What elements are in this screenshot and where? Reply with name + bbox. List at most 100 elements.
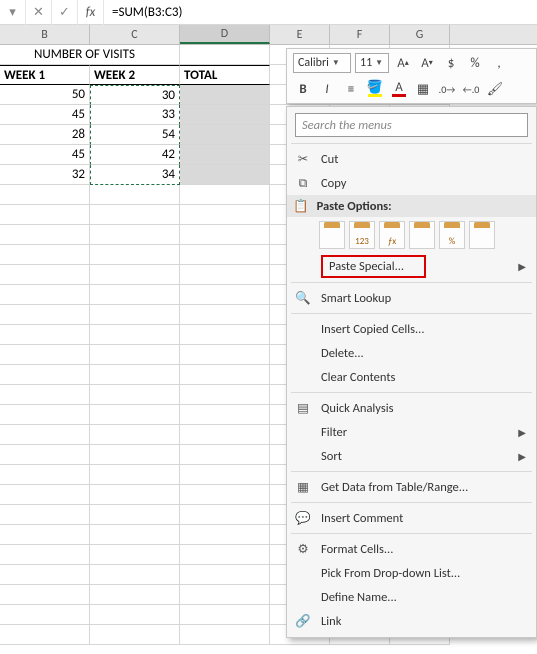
decrease-font-icon[interactable]: A▾	[417, 53, 437, 73]
cell[interactable]	[90, 345, 180, 365]
header-week2[interactable]: WEEK 2	[90, 65, 180, 85]
cell[interactable]	[180, 305, 270, 325]
cell[interactable]	[0, 465, 90, 485]
col-header-g[interactable]: G	[390, 25, 450, 44]
decrease-decimal-button[interactable]: ←.0	[461, 79, 481, 99]
cell[interactable]	[180, 625, 270, 645]
cell[interactable]	[90, 565, 180, 585]
cell-title[interactable]: NUMBER OF VISITS	[30, 45, 180, 65]
cell[interactable]	[180, 525, 270, 545]
cell-d4[interactable]	[180, 105, 270, 125]
cell[interactable]	[90, 305, 180, 325]
cell[interactable]	[0, 545, 90, 565]
font-color-button[interactable]: A	[389, 79, 409, 99]
cell[interactable]	[0, 185, 90, 205]
cell[interactable]	[180, 505, 270, 525]
cell[interactable]	[180, 565, 270, 585]
cell[interactable]	[0, 365, 90, 385]
borders-button[interactable]: ▦	[413, 79, 433, 99]
cell[interactable]	[90, 485, 180, 505]
cell[interactable]	[180, 545, 270, 565]
font-size-selector[interactable]: 11▼	[355, 53, 389, 73]
cell-b6[interactable]: 45	[0, 145, 90, 165]
paste-option-transpose[interactable]	[409, 221, 435, 249]
header-week1[interactable]: WEEK 1	[0, 65, 90, 85]
cell[interactable]	[0, 605, 90, 625]
col-header-f[interactable]: F	[330, 25, 390, 44]
menu-search-input[interactable]: Search the menus	[295, 113, 528, 137]
cell[interactable]	[0, 305, 90, 325]
menu-define-name[interactable]: Define Name...	[287, 585, 536, 609]
cell[interactable]	[90, 505, 180, 525]
cell[interactable]	[90, 525, 180, 545]
cell[interactable]	[90, 325, 180, 345]
cell[interactable]	[180, 325, 270, 345]
cell[interactable]	[180, 485, 270, 505]
menu-sort[interactable]: Sort ▶	[287, 444, 536, 468]
cell[interactable]	[90, 445, 180, 465]
cell[interactable]	[0, 405, 90, 425]
cell[interactable]	[180, 385, 270, 405]
cell-c7[interactable]: 34	[90, 165, 180, 185]
cell[interactable]	[0, 525, 90, 545]
cell[interactable]	[180, 285, 270, 305]
paste-option-formulas[interactable]: ƒx	[379, 221, 405, 249]
cell[interactable]	[0, 565, 90, 585]
cell[interactable]	[90, 605, 180, 625]
namebox-dropdown-icon[interactable]: ▾	[0, 0, 26, 25]
header-total[interactable]: TOTAL	[180, 65, 270, 85]
cell[interactable]	[0, 425, 90, 445]
cell[interactable]	[180, 365, 270, 385]
cell[interactable]	[180, 605, 270, 625]
cell[interactable]	[90, 265, 180, 285]
percent-format-button[interactable]: %	[465, 53, 485, 73]
format-painter-icon[interactable]: 🖌	[485, 79, 505, 99]
menu-clear-contents[interactable]: Clear Contents	[287, 365, 536, 389]
cell-c4[interactable]: 33	[90, 105, 180, 125]
formula-input[interactable]: =SUM(B3:C3)	[104, 5, 537, 20]
cell-d5[interactable]	[180, 125, 270, 145]
paste-option-values[interactable]: 123	[349, 221, 375, 249]
menu-smart-lookup[interactable]: 🔍 Smart Lookup	[287, 286, 536, 310]
menu-insert-comment[interactable]: 💬 Insert Comment	[287, 506, 536, 530]
cell[interactable]	[90, 465, 180, 485]
cancel-formula-icon[interactable]: ✕	[26, 0, 52, 25]
cell[interactable]	[0, 345, 90, 365]
col-header-c[interactable]: C	[90, 25, 180, 44]
cell[interactable]	[0, 445, 90, 465]
cell[interactable]	[90, 405, 180, 425]
cell[interactable]	[180, 265, 270, 285]
cell[interactable]	[0, 585, 90, 605]
fill-color-button[interactable]: 🪣	[365, 79, 385, 99]
cell-d6[interactable]	[180, 145, 270, 165]
cell[interactable]	[0, 285, 90, 305]
menu-pick-list[interactable]: Pick From Drop-down List...	[287, 561, 536, 585]
cell-d7[interactable]	[180, 165, 270, 185]
cell[interactable]	[0, 325, 90, 345]
cell-c6[interactable]: 42	[90, 145, 180, 165]
cell[interactable]	[180, 205, 270, 225]
cell[interactable]	[0, 505, 90, 525]
italic-button[interactable]: I	[317, 79, 337, 99]
cell-d3[interactable]	[180, 85, 270, 105]
cell[interactable]	[180, 445, 270, 465]
cell[interactable]	[0, 205, 90, 225]
cell-b7[interactable]: 32	[0, 165, 90, 185]
menu-quick-analysis[interactable]: ▤ Quick Analysis	[287, 396, 536, 420]
cell-b5[interactable]: 28	[0, 125, 90, 145]
cell[interactable]	[0, 385, 90, 405]
cell[interactable]	[0, 225, 90, 245]
increase-decimal-button[interactable]: .0→	[437, 79, 457, 99]
increase-font-icon[interactable]: A▴	[393, 53, 413, 73]
menu-format-cells[interactable]: ⚙ Format Cells...	[287, 537, 536, 561]
font-selector[interactable]: Calibri▼	[293, 53, 351, 73]
menu-delete[interactable]: Delete...	[287, 341, 536, 365]
menu-insert-copied[interactable]: Insert Copied Cells...	[287, 317, 536, 341]
bold-button[interactable]: B	[293, 79, 313, 99]
cell[interactable]	[180, 405, 270, 425]
paste-option-formatting[interactable]: %	[439, 221, 465, 249]
cell[interactable]	[90, 425, 180, 445]
cell[interactable]	[180, 245, 270, 265]
menu-cut[interactable]: ✂ Cut	[287, 147, 536, 171]
cell[interactable]	[90, 385, 180, 405]
